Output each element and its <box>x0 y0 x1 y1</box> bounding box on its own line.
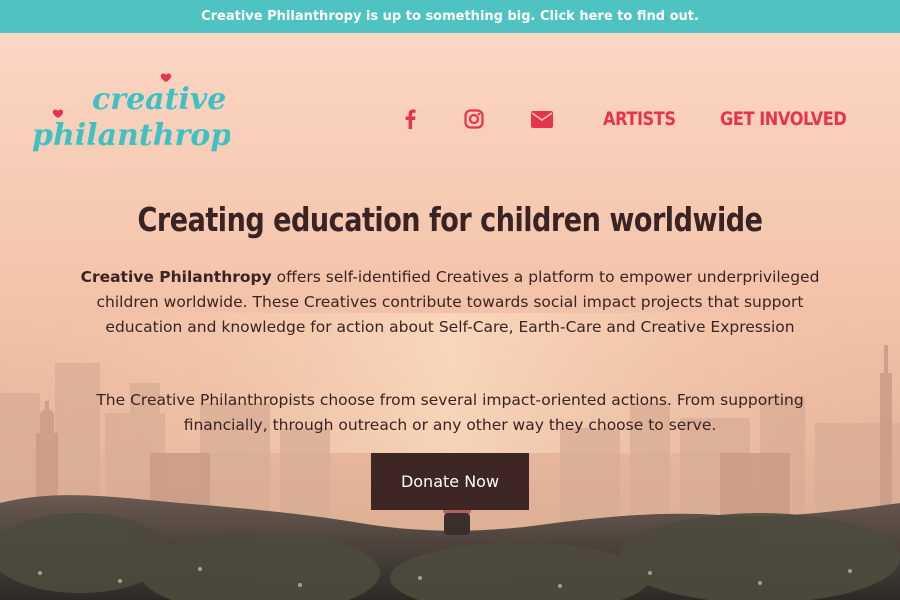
svg-text:philanthropy: philanthropy <box>32 118 230 153</box>
logo-mark: creative philanthropy <box>32 73 230 153</box>
announcement-text[interactable]: Creative Philanthropy is up to something… <box>201 9 699 24</box>
instagram-icon[interactable] <box>459 104 489 134</box>
main-nav: ARTISTS GET INVOLVED <box>395 101 869 137</box>
creative-philanthropy-logo[interactable]: creative philanthropy <box>30 73 230 163</box>
nav-link-artists[interactable]: ARTISTS <box>603 108 676 130</box>
envelope-icon[interactable] <box>527 104 557 134</box>
svg-text:creative: creative <box>92 82 226 117</box>
donate-now-button[interactable]: Donate Now <box>371 453 529 510</box>
hero-section: creative philanthropy ARTISTS GET INVOLV… <box>0 33 900 600</box>
hero-headline: Creating education for children worldwid… <box>137 200 763 239</box>
heart-icon <box>52 109 64 118</box>
brand-name: Creative Philanthropy <box>80 268 272 286</box>
nav-link-get-involved[interactable]: GET INVOLVED <box>720 108 847 130</box>
announcement-bar[interactable]: Creative Philanthropy is up to something… <box>0 0 900 33</box>
secondary-paragraph: The Creative Philanthropists choose from… <box>96 391 804 434</box>
heart-icon <box>160 73 172 82</box>
intro-paragraph: Creative Philanthropy offers self-identi… <box>70 265 830 340</box>
facebook-icon[interactable] <box>395 104 425 134</box>
